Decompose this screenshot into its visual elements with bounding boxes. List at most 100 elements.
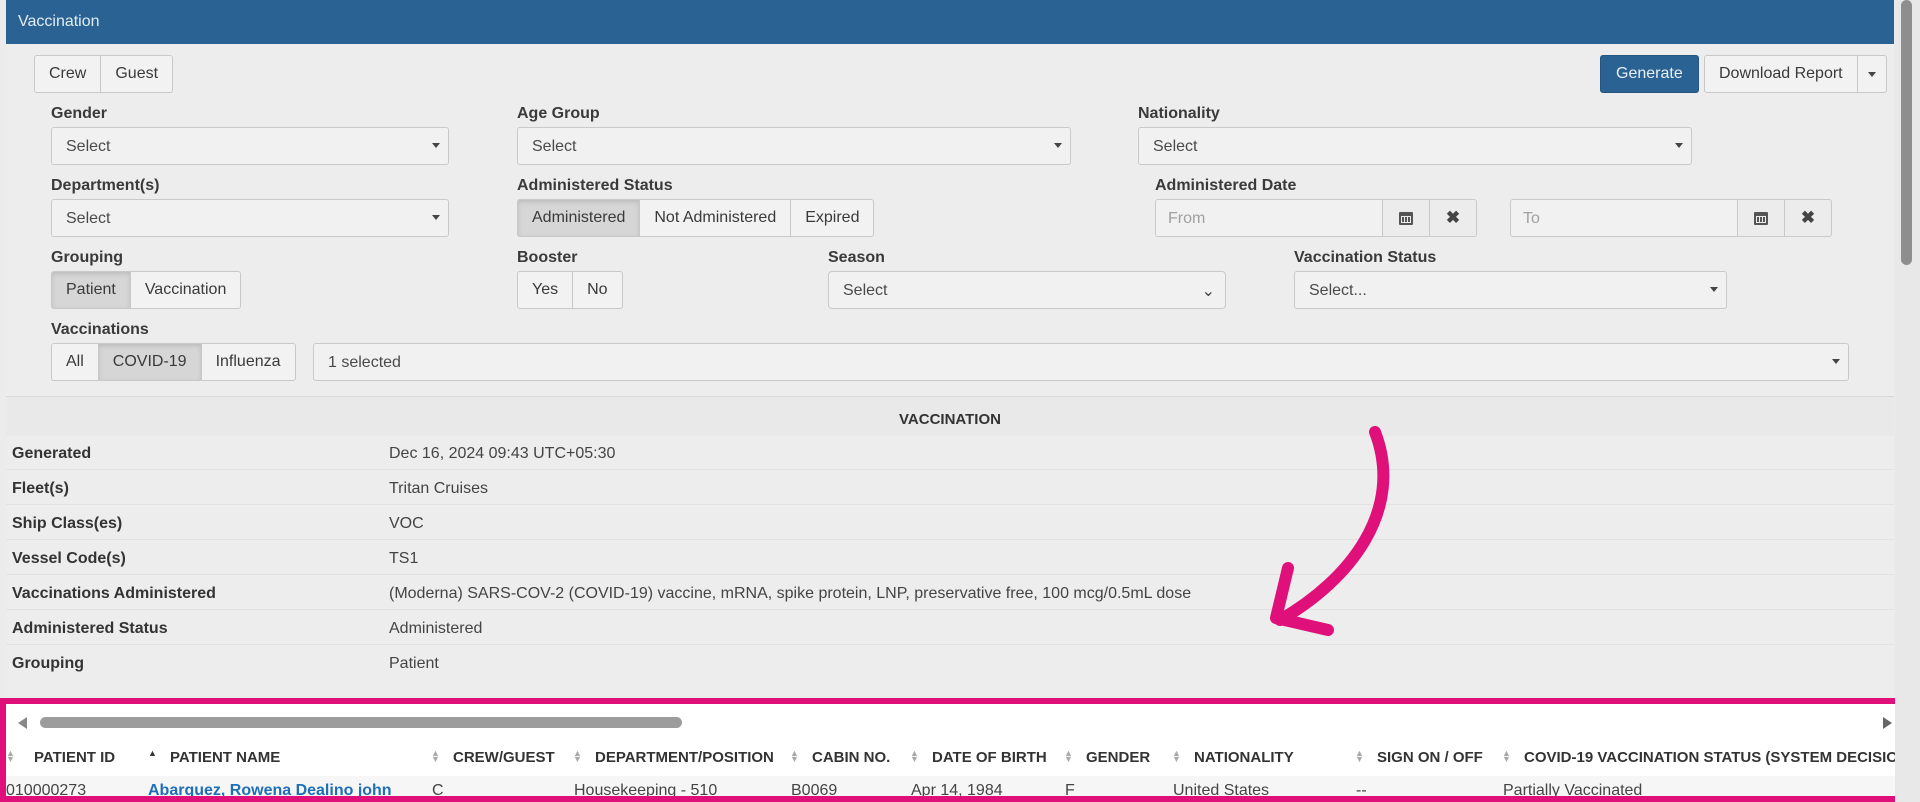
report-info-row: Administered Status Administered	[6, 611, 1894, 645]
cell-dob: Apr 14, 1984	[911, 782, 1003, 799]
grouping-patient-option[interactable]: Patient	[51, 271, 131, 309]
download-report-button[interactable]: Download Report	[1704, 55, 1858, 93]
sort-icon[interactable]: ▲ ▼	[1502, 749, 1511, 764]
cell-crew-guest: C	[432, 782, 444, 799]
vaccinations-label: Vaccinations	[51, 321, 149, 338]
download-report-group: Download Report	[1704, 55, 1887, 93]
age-group-label: Age Group	[517, 105, 600, 122]
date-from-group: From ✖	[1155, 199, 1477, 237]
patient-name-link[interactable]: Abarquez, Rowena Dealino john	[148, 782, 392, 796]
scrollbar-thumb[interactable]	[1901, 0, 1912, 265]
booster-yes-option[interactable]: Yes	[517, 271, 574, 309]
date-to-input[interactable]: To	[1510, 199, 1738, 237]
expired-option[interactable]: Expired	[791, 199, 875, 237]
report-info-row: Generated Dec 16, 2024 09:43 UTC+05:30	[6, 436, 1894, 470]
column-header[interactable]: SIGN ON / OFF	[1377, 749, 1483, 766]
sort-icon[interactable]: ▲ ▼	[1355, 749, 1364, 764]
date-to-group: To ✖	[1510, 199, 1832, 237]
population-toggle: Crew Guest	[34, 55, 174, 93]
report-info-row: Fleet(s) Tritan Cruises	[6, 471, 1894, 505]
caret-down-icon	[1710, 287, 1718, 292]
season-select[interactable]: Select ⌄	[828, 271, 1226, 309]
administered-option[interactable]: Administered	[517, 199, 641, 237]
column-header[interactable]: PATIENT NAME	[170, 749, 280, 766]
nationality-select[interactable]: Select	[1138, 127, 1692, 165]
not-administered-option[interactable]: Not Administered	[640, 199, 792, 237]
vaccinations-influenza-option[interactable]: Influenza	[201, 343, 296, 381]
departments-label: Department(s)	[51, 177, 160, 194]
vaccination-status-value: Select...	[1309, 282, 1367, 299]
date-from-clear-button[interactable]: ✖	[1430, 199, 1477, 237]
table-header: ▲ ▼ PATIENT ID ▲ PATIENT NAME ▲ ▼ CREW/GUE…	[6, 739, 1905, 775]
report-info-row: Vaccinations Administered (Moderna) SARS…	[6, 576, 1894, 610]
sort-icon[interactable]: ▲ ▼	[573, 749, 582, 764]
cell-sign-on-off: --	[1356, 782, 1367, 799]
column-header[interactable]: CREW/GUEST	[453, 749, 555, 766]
cell-gender: F	[1065, 782, 1075, 799]
column-header[interactable]: CABIN NO.	[812, 749, 890, 766]
horizontal-scrollbar[interactable]	[18, 715, 1898, 729]
sort-asc-icon[interactable]: ▲	[148, 749, 157, 758]
caret-down-icon	[432, 143, 440, 148]
sort-icon[interactable]: ▲ ▼	[6, 749, 15, 764]
calendar-icon	[1754, 211, 1768, 225]
vaccines-multiselect[interactable]: 1 selected	[313, 343, 1849, 381]
scroll-right-icon[interactable]	[1883, 717, 1892, 729]
booster-toggle: Yes No	[517, 271, 623, 309]
vaccination-status-select[interactable]: Select...	[1294, 271, 1727, 309]
gender-label: Gender	[51, 105, 108, 122]
departments-select[interactable]: Select	[51, 199, 449, 237]
date-from-input[interactable]: From	[1155, 199, 1383, 237]
report-info-row: Grouping Patient	[6, 646, 1894, 680]
chevron-down-icon: ⌄	[1201, 283, 1215, 300]
sort-icon[interactable]: ▲ ▼	[790, 749, 799, 764]
grouping-toggle: Patient Vaccination	[51, 271, 242, 309]
annotation-arrow	[1270, 426, 1390, 636]
column-header[interactable]: DEPARTMENT/POSITION	[595, 749, 774, 766]
date-to-calendar-button[interactable]	[1738, 199, 1785, 237]
caret-down-icon	[432, 215, 440, 220]
gender-select[interactable]: Select	[51, 127, 449, 165]
administered-status-toggle: Administered Not Administered Expired	[517, 199, 875, 237]
cell-cabin: B0069	[791, 782, 838, 799]
sort-icon[interactable]: ▲ ▼	[1064, 749, 1073, 764]
report-info-row: Vessel Code(s) TS1	[6, 541, 1894, 575]
nationality-value: Select	[1153, 138, 1198, 155]
nationality-label: Nationality	[1138, 105, 1220, 122]
vaccinations-covid-option[interactable]: COVID-19	[98, 343, 202, 381]
report-info-key: Ship Class(es)	[12, 515, 123, 532]
cell-department: Housekeeping - 510	[574, 782, 718, 799]
grouping-vaccination-option[interactable]: Vaccination	[130, 271, 242, 309]
report-info-value: (Moderna) SARS-COV-2 (COVID-19) vaccine,…	[389, 585, 1192, 602]
generate-button[interactable]: Generate	[1600, 55, 1699, 93]
crew-tab[interactable]: Crew	[34, 55, 102, 93]
season-label: Season	[828, 249, 885, 266]
sort-icon[interactable]: ▲ ▼	[910, 749, 919, 764]
table-row[interactable]: 010000273 Abarquez, Rowena Dealino john …	[6, 776, 1905, 799]
sort-icon[interactable]: ▲ ▼	[431, 749, 440, 764]
calendar-icon	[1399, 211, 1413, 225]
date-from-calendar-button[interactable]	[1383, 199, 1430, 237]
vaccination-status-label: Vaccination Status	[1294, 249, 1437, 266]
vertical-scrollbar[interactable]	[1895, 0, 1920, 802]
main-panel: Crew Guest Generate Download Report Gend…	[6, 44, 1894, 802]
vaccinations-all-option[interactable]: All	[51, 343, 99, 381]
report-info-value: VOC	[389, 515, 424, 532]
report-info-value: Patient	[389, 655, 439, 672]
column-header[interactable]: GENDER	[1086, 749, 1150, 766]
download-options-toggle[interactable]	[1857, 55, 1887, 93]
scrollbar-thumb[interactable]	[40, 717, 682, 728]
column-header[interactable]: NATIONALITY	[1194, 749, 1294, 766]
column-header[interactable]: COVID-19 VACCINATION STATUS (SYSTEM DECI…	[1524, 749, 1905, 766]
window-title: Vaccination	[18, 13, 100, 30]
booster-no-option[interactable]: No	[573, 271, 623, 309]
age-group-select[interactable]: Select	[517, 127, 1071, 165]
administered-status-label: Administered Status	[517, 177, 673, 194]
column-header[interactable]: PATIENT ID	[34, 749, 115, 766]
column-header[interactable]: DATE OF BIRTH	[932, 749, 1047, 766]
scroll-left-icon[interactable]	[18, 717, 27, 729]
caret-down-icon	[1054, 143, 1062, 148]
date-to-clear-button[interactable]: ✖	[1785, 199, 1832, 237]
guest-tab[interactable]: Guest	[101, 55, 174, 93]
sort-icon[interactable]: ▲ ▼	[1172, 749, 1181, 764]
